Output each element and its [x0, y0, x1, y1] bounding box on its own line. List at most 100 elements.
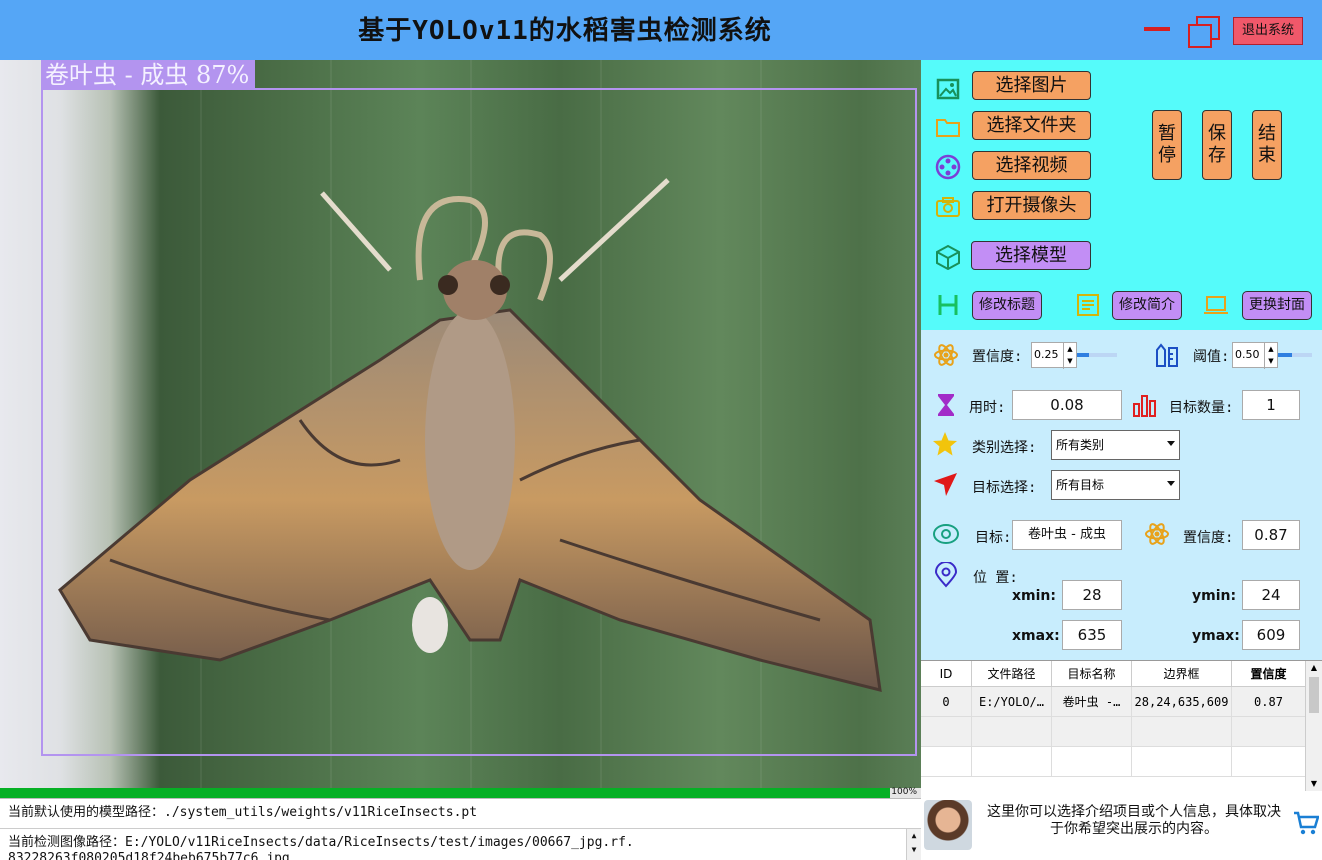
change-cover-button[interactable]: 更换封面: [1242, 291, 1312, 320]
heading-icon: [938, 295, 958, 315]
table-header-confidence: 置信度: [1232, 661, 1306, 687]
flag-arrow-icon: [934, 473, 957, 496]
count-label: 目标数量:: [1169, 400, 1234, 416]
edit-title-button[interactable]: 修改标题: [972, 291, 1042, 320]
select-folder-button[interactable]: 选择文件夹: [972, 111, 1091, 140]
model-cube-icon: [936, 244, 960, 270]
empty-cell: [1232, 717, 1306, 747]
table-cell-confidence: 0.87: [1232, 687, 1306, 717]
results-table[interactable]: ID 文件路径 目标名称 边界框 置信度 0 E:/YOLO/… 卷叶虫 -… …: [921, 660, 1322, 791]
xmax-label: xmax:: [1012, 628, 1060, 644]
empty-cell: [921, 717, 972, 747]
folder-icon: [936, 119, 960, 137]
threshold-icon: [1156, 343, 1178, 367]
target-select-label: 目标选择:: [972, 480, 1037, 496]
avatar[interactable]: [924, 800, 972, 850]
intro-section: 这里你可以选择介绍项目或个人信息，具体取决于你希望突出展示的内容。: [921, 798, 1322, 860]
atom-icon: [934, 344, 958, 366]
star-icon: [933, 432, 957, 456]
progress-bar: 100%: [0, 787, 921, 798]
laptop-icon: [1204, 296, 1228, 314]
cart-icon[interactable]: [1293, 810, 1319, 836]
position-label: 位 置:: [973, 570, 1018, 586]
edit-intro-button[interactable]: 修改简介: [1112, 291, 1182, 320]
threshold-label: 阈值:: [1193, 349, 1230, 365]
maximize-button[interactable]: [1186, 14, 1220, 48]
table-header-id: ID: [921, 661, 972, 687]
table-header-path: 文件路径: [972, 661, 1052, 687]
bar-chart-icon: [1133, 395, 1156, 417]
table-cell-bbox: 28,24,635,609: [1132, 687, 1232, 717]
select-video-button[interactable]: 选择视频: [972, 151, 1091, 180]
model-path-status: 当前默认使用的模型路径：./system_utils/weights/v11Ri…: [0, 798, 921, 827]
pause-button[interactable]: 暂停: [1152, 110, 1182, 180]
target-label: 目标:: [975, 530, 1012, 546]
select-image-button[interactable]: 选择图片: [972, 71, 1091, 100]
location-pin-icon: [934, 562, 958, 588]
detection-label: 卷叶虫 - 成虫 87%: [41, 60, 256, 89]
empty-cell: [972, 717, 1052, 747]
table-cell-name: 卷叶虫 -…: [1052, 687, 1132, 717]
threshold-slider[interactable]: [1278, 353, 1312, 357]
class-select-dropdown[interactable]: 所有类别: [1051, 430, 1180, 460]
hourglass-icon: [938, 394, 954, 416]
image-path-line2: 83228263f080205d18f24beb675b77c6.jpg: [8, 851, 290, 860]
status-scrollbar[interactable]: ▲ ▼: [906, 829, 921, 860]
select-model-button[interactable]: 选择模型: [971, 241, 1091, 270]
progress-fill: [0, 788, 890, 798]
time-field: 0.08: [1012, 390, 1122, 420]
save-button[interactable]: 保存: [1202, 110, 1232, 180]
eye-icon: [933, 524, 959, 544]
image-icon: [936, 78, 960, 100]
parameter-panel: 置信度: 0.25 ▲ ▼ 阈值: 0.50 ▲ ▼ 用时: 0.08 目标数量: 1 …: [921, 330, 1322, 660]
progress-text: 100%: [891, 787, 917, 797]
exit-button[interactable]: 退出系统: [1233, 17, 1303, 45]
count-field: 1: [1242, 390, 1300, 420]
xmin-field: 28: [1062, 580, 1122, 610]
confidence-param-label: 置信度:: [972, 349, 1023, 365]
result-confidence-field: 0.87: [1242, 520, 1300, 550]
empty-cell: [972, 747, 1052, 777]
xmin-label: xmin:: [1012, 588, 1056, 604]
table-scrollbar[interactable]: ▲ ▼: [1305, 661, 1322, 791]
threshold-spinbox[interactable]: 0.50 ▲ ▼: [1232, 342, 1278, 369]
open-camera-button[interactable]: 打开摄像头: [972, 191, 1091, 220]
ymax-field: 609: [1242, 620, 1300, 650]
ymin-label: ymin:: [1192, 588, 1237, 604]
detection-box: [41, 88, 917, 756]
empty-cell: [1052, 747, 1132, 777]
intro-text: 这里你可以选择介绍项目或个人信息，具体取决于你希望突出展示的内容。: [987, 804, 1281, 837]
ymax-label: ymax:: [1192, 628, 1240, 644]
table-cell-path: E:/YOLO/…: [972, 687, 1052, 717]
result-confidence-label: 置信度:: [1183, 530, 1234, 546]
threshold-spin-value: 0.50: [1235, 348, 1260, 361]
confidence-spin-value: 0.25: [1034, 348, 1059, 361]
app-title: 基于YOLOv11的水稻害虫检测系统: [358, 16, 772, 46]
class-select-value: 所有类别: [1056, 438, 1105, 452]
minimize-button[interactable]: [1144, 20, 1170, 38]
empty-cell: [1132, 747, 1232, 777]
control-panel: 选择图片 选择文件夹 选择视频 打开摄像头 选择模型 暂停 保存 结束 修改标题…: [921, 60, 1322, 330]
confidence-spinbox[interactable]: 0.25 ▲ ▼: [1031, 342, 1077, 369]
document-icon: [1077, 294, 1099, 316]
ymin-field: 24: [1242, 580, 1300, 610]
atom-icon-2: [1145, 523, 1169, 545]
target-select-dropdown[interactable]: 所有目标: [1051, 470, 1180, 500]
table-cell-id: 0: [921, 687, 972, 717]
table-header-bbox: 边界框: [1132, 661, 1232, 687]
class-select-label: 类别选择:: [972, 440, 1037, 456]
camera-icon: [936, 197, 960, 217]
time-label: 用时:: [969, 400, 1006, 416]
end-button[interactable]: 结束: [1252, 110, 1282, 180]
confidence-slider[interactable]: [1077, 353, 1117, 357]
video-reel-icon: [935, 154, 961, 180]
image-path-line1: 当前检测图像路径：E:/YOLO/v11RiceInsects/data/Ric…: [8, 835, 634, 850]
empty-cell: [1132, 717, 1232, 747]
image-viewer: 卷叶虫 - 成虫 87%: [0, 60, 921, 788]
target-select-value: 所有目标: [1056, 478, 1105, 492]
target-field: 卷叶虫 - 成虫: [1012, 520, 1122, 550]
empty-cell: [921, 747, 972, 777]
empty-cell: [1052, 717, 1132, 747]
image-path-status[interactable]: 当前检测图像路径：E:/YOLO/v11RiceInsects/data/Ric…: [0, 828, 921, 860]
xmax-field: 635: [1062, 620, 1122, 650]
